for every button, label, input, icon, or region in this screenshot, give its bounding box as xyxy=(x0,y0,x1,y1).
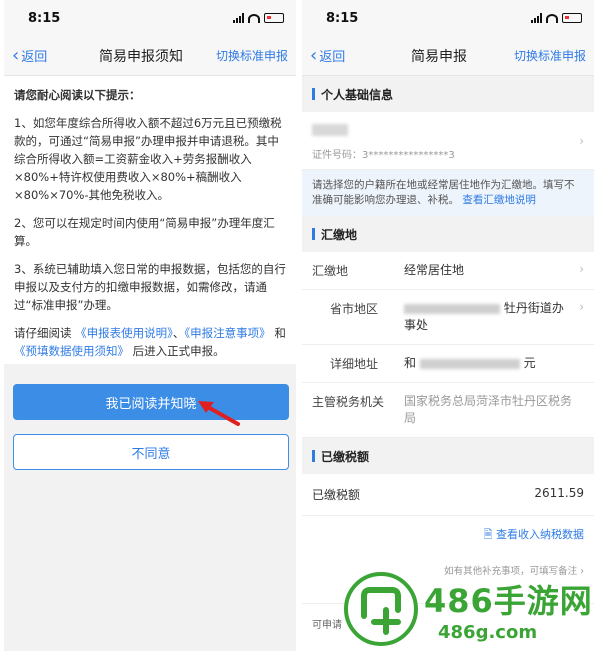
para4-sep2: 和 xyxy=(274,326,286,340)
remit-help-link[interactable]: 查看汇缴地说明 xyxy=(462,194,536,206)
address-row[interactable]: 详细地址 和 元 xyxy=(302,345,594,383)
view-income-link[interactable]: 🗎 查看收入纳税数据 xyxy=(302,516,594,555)
watermark-text: 486手游网 486g.com xyxy=(424,576,593,643)
address-end: 元 xyxy=(523,356,536,370)
back-button[interactable]: ‹ 返回 xyxy=(310,46,370,65)
red-arrow-icon xyxy=(198,401,240,426)
tax-office-value: 国家税务总局菏泽市牡丹区税务局 xyxy=(404,394,573,425)
address-value: 和 元 xyxy=(404,355,584,372)
redacted-address xyxy=(419,358,520,369)
paid-value: 2611.59 xyxy=(534,486,584,500)
page-title: 简易申报须知 xyxy=(99,48,183,65)
chevron-right-icon: › xyxy=(579,300,584,314)
document-icon: 🗎 xyxy=(483,528,493,541)
notice-heading: 请您耐心阅读以下提示： xyxy=(14,88,141,102)
address-start: 和 xyxy=(404,356,417,370)
view-income-label: 查看收入纳税数据 xyxy=(496,528,584,541)
nav-bar: ‹ 返回 简易申报须知 切换标准申报 xyxy=(4,36,296,76)
chevron-left-icon: ‹ xyxy=(310,44,318,66)
redacted-name xyxy=(312,124,348,136)
switch-standard-button[interactable]: 切换标准申报 xyxy=(508,47,586,64)
watermark-logo-icon xyxy=(344,572,418,646)
switch-standard-button[interactable]: 切换标准申报 xyxy=(210,47,288,64)
notice-screen: 8:15 ‹ 返回 简易申报须知 切换标准申报 请您耐心阅读以下提示： 1、如您… xyxy=(4,0,296,651)
chevron-right-icon: › xyxy=(579,134,584,148)
remit-value: 经常居住地 xyxy=(404,263,465,277)
back-button[interactable]: ‹ 返回 xyxy=(12,46,72,65)
id-number: 证件号码：3****************3 xyxy=(312,146,584,161)
back-label: 返回 xyxy=(319,50,346,65)
notice-content: 请您耐心阅读以下提示： 1、如您年度综合所得收入额不超过6万元且已预缴税款的，可… xyxy=(4,76,296,380)
province-row[interactable]: 省市地区 牡丹街道办事处 › xyxy=(302,290,594,345)
status-icons xyxy=(233,13,284,23)
remit-tip: 请选择您的户籍所在地或经常居住地作为汇缴地。填写不准确可能影响您办理退、补税。 … xyxy=(302,170,594,216)
notice-para-4: 请仔细阅读 《申报表使用说明》、《申报注意事项》 和 《预填数据使用须知》 后进… xyxy=(14,324,286,360)
bottom-text: 可申请 xyxy=(312,620,342,631)
agree-button[interactable]: 我已阅读并知晓 xyxy=(13,384,289,420)
chevron-left-icon: ‹ xyxy=(12,44,20,66)
page-title: 简易申报 xyxy=(411,48,467,65)
battery-icon xyxy=(562,13,582,23)
signal-icon xyxy=(233,13,244,23)
status-time: 8:15 xyxy=(326,10,359,26)
notice-para-1: 1、如您年度综合所得收入额不超过6万元且已预缴税款的，可通过“简易申报”办理申报… xyxy=(14,116,282,202)
status-bar: 8:15 xyxy=(4,0,296,36)
tax-office-row: 主管税务机关 国家税务总局菏泽市牡丹区税务局 xyxy=(302,383,594,438)
paid-amount-row: 已缴税额 2611.59 xyxy=(302,474,594,516)
signal-icon xyxy=(531,13,542,23)
remit-location-row[interactable]: 汇缴地 经常居住地 › xyxy=(302,252,594,290)
filing-notes-link[interactable]: 《申报注意事项》 xyxy=(184,326,270,340)
watermark-main: 486手游网 xyxy=(424,581,593,620)
person-info-row[interactable]: 证件号码：3****************3 › xyxy=(302,112,594,170)
prefill-notice-link[interactable]: 《预填数据使用须知》 xyxy=(14,344,129,358)
action-area: 我已阅读并知晓 不同意 xyxy=(4,364,296,651)
id-label: 证件号码： xyxy=(312,150,362,161)
para4-sep1: 、 xyxy=(172,326,185,340)
chevron-right-icon: › xyxy=(579,262,584,276)
simple-filing-screen: 8:15 ‹ 返回 简易申报 切换标准申报 个人基础信息 证件号码：3*****… xyxy=(302,0,594,651)
notice-para-2: 2、您可以在规定时间内使用“简易申报”办理年度汇算。 xyxy=(14,216,275,248)
site-watermark: 486手游网 486g.com xyxy=(344,567,600,651)
wifi-icon xyxy=(546,13,558,23)
battery-icon xyxy=(264,13,284,23)
watermark-sub: 486g.com xyxy=(438,621,538,643)
address-label: 详细地址 xyxy=(330,357,379,371)
section-basic-info: 个人基础信息 xyxy=(302,76,594,112)
tax-office-label: 主管税务机关 xyxy=(312,395,385,409)
province-value: 牡丹街道办事处 xyxy=(404,300,584,334)
notice-para-3: 3、系统已辅助填入您日常的申报数据，包括您的自行申报以及支付方的扣缴申报数据，如… xyxy=(14,262,286,312)
disagree-button[interactable]: 不同意 xyxy=(13,434,289,470)
status-bar: 8:15 xyxy=(302,0,594,36)
redacted-region xyxy=(404,303,500,314)
id-value: 3****************3 xyxy=(362,150,455,161)
form-instructions-link[interactable]: 《申报表使用说明》 xyxy=(75,326,173,340)
back-label: 返回 xyxy=(21,50,48,65)
status-time: 8:15 xyxy=(28,10,61,26)
section-remit: 汇缴地 xyxy=(302,216,594,252)
province-label: 省市地区 xyxy=(330,302,379,316)
nav-bar: ‹ 返回 简易申报 切换标准申报 xyxy=(302,36,594,76)
remit-label: 汇缴地 xyxy=(312,264,349,278)
wifi-icon xyxy=(248,13,260,23)
para4-prefix: 请仔细阅读 xyxy=(14,326,72,340)
para4-suffix: 后进入正式申报。 xyxy=(132,344,225,358)
status-icons xyxy=(531,13,582,23)
paid-label: 已缴税额 xyxy=(312,488,361,502)
section-paid: 已缴税额 xyxy=(302,438,594,474)
